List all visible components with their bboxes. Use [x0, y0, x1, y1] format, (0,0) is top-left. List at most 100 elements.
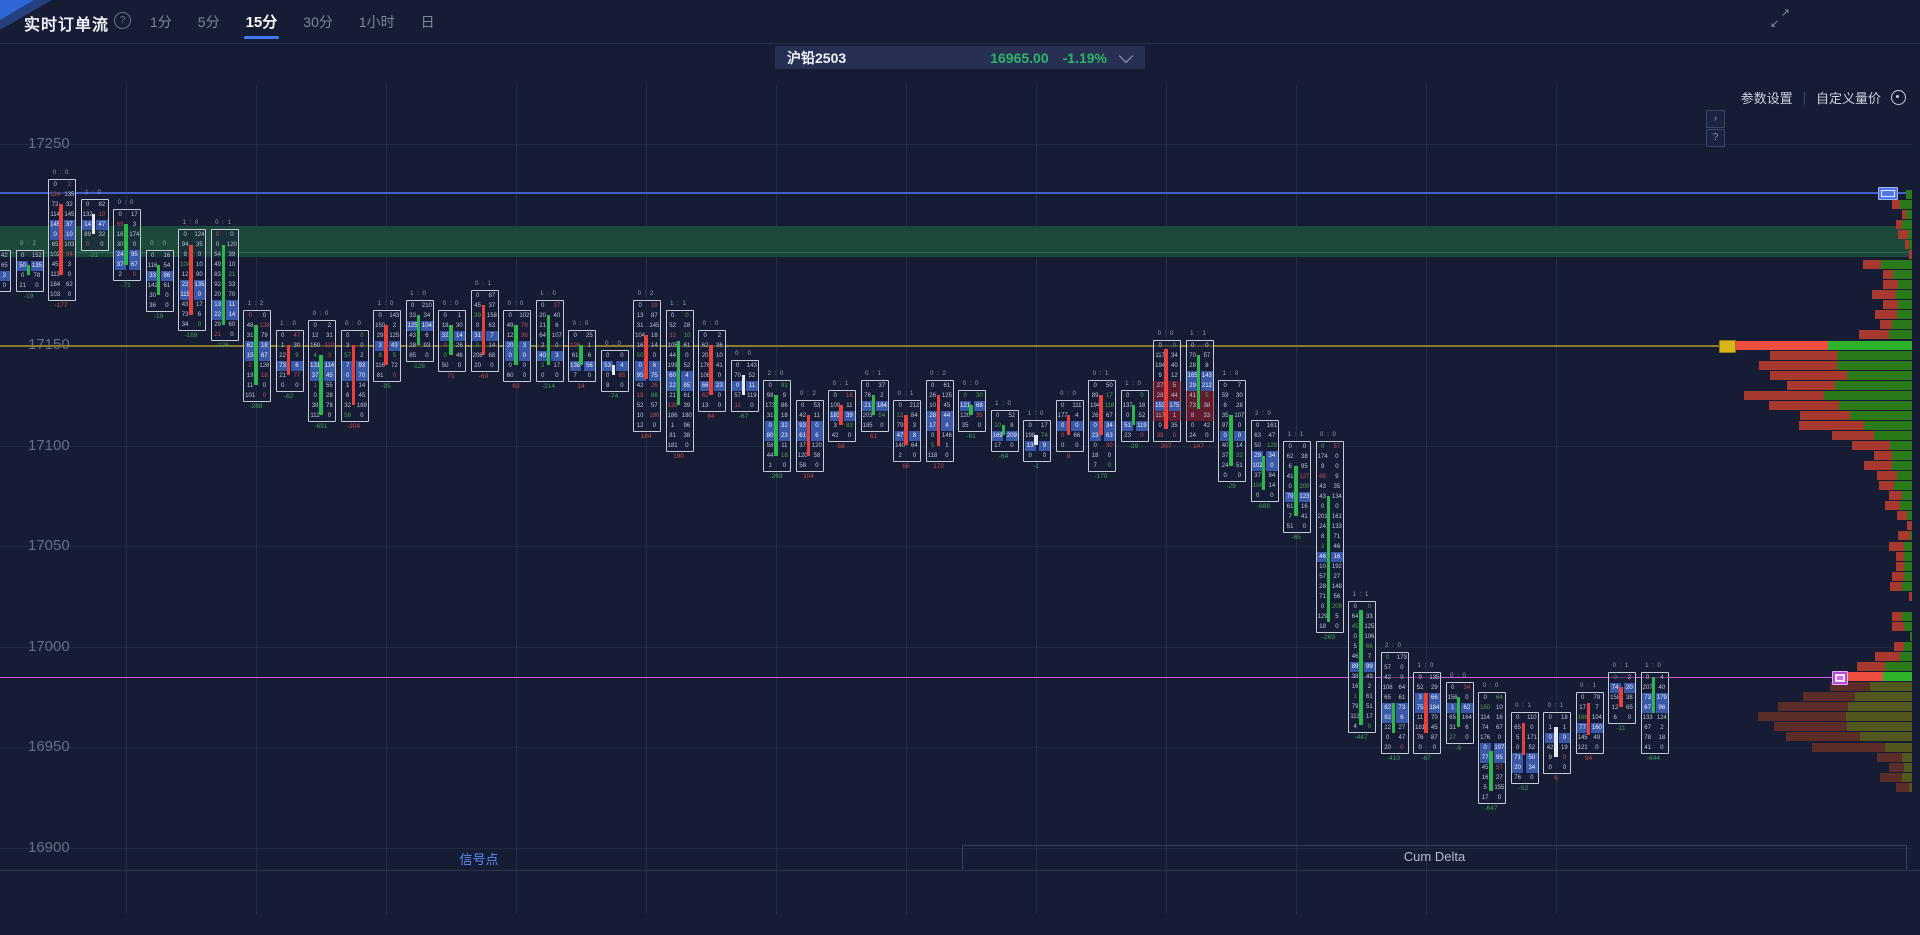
ask-volume: 57: [1331, 442, 1342, 452]
imbalance-label: 0 : 1: [1580, 683, 1597, 689]
imbalance-label: 0 : 0: [573, 321, 590, 327]
candle-direction-line: [1327, 496, 1331, 623]
ask-volume: 32: [1234, 451, 1245, 461]
ask-volume: 46: [1331, 542, 1342, 552]
footprint-row: 00: [537, 371, 563, 381]
bid-volume: 184: [50, 280, 61, 290]
ask-volume: 11: [226, 300, 237, 310]
ask-volume: 34: [1266, 451, 1277, 461]
profile-bid-bar: [1897, 511, 1907, 520]
ask-volume: 0: [551, 371, 562, 381]
ask-volume: 11: [811, 411, 822, 421]
help-icon[interactable]: ?: [114, 12, 131, 29]
ask-volume: 0: [1299, 522, 1310, 532]
footprint-row: 1387: [634, 311, 660, 321]
ask-volume: 184: [876, 401, 887, 411]
imbalance-label: 0 : 0: [703, 321, 720, 327]
tab-30分[interactable]: 30分: [301, 1, 335, 43]
next-button[interactable]: ›: [1706, 110, 1725, 128]
pane-tab-signal[interactable]: 信号点: [459, 849, 498, 868]
bid-volume: 0: [895, 401, 906, 411]
delta-label: -447: [1354, 734, 1367, 741]
ask-volume: 6: [649, 361, 660, 371]
ask-volume: 34: [1461, 683, 1472, 693]
candle-direction-line: [449, 325, 453, 355]
bid-volume: 21: [212, 330, 223, 340]
symbol-selector[interactable]: 沪铅2503 16965.00 -1.19%: [775, 46, 1145, 69]
ask-volume: 17: [1364, 712, 1375, 722]
ask-volume: 64: [1494, 693, 1505, 703]
profile-ask-bar: [1892, 320, 1912, 329]
footprint-row: 016: [147, 251, 173, 261]
footprint-row: 0102: [504, 311, 530, 321]
footprint-candle[interactable]: 0422653200: [0, 250, 11, 292]
profile-bid-bar: [1759, 361, 1837, 370]
footprint-chart[interactable]: 1725017200171501710017050170001695016900…: [0, 44, 1920, 914]
tab-15分[interactable]: 15分: [244, 0, 280, 43]
ask-volume: 0: [1169, 341, 1180, 351]
profile-ask-bar: [1904, 572, 1912, 581]
toolbar: 实时订单流 ? 1分5分15分30分1小时日 ↗ ↙: [0, 0, 1920, 44]
pane-cum-delta[interactable]: Cum Delta: [962, 845, 1907, 871]
ask-volume: 0: [974, 421, 985, 431]
ask-volume: 87: [649, 311, 660, 321]
imbalance-label: 0 : 0: [53, 170, 70, 176]
ask-volume: 134: [1331, 492, 1342, 502]
ask-volume: 65: [0, 261, 10, 271]
ask-volume: 135: [194, 280, 205, 290]
ask-volume: 79: [1591, 693, 1602, 703]
footprint-row: 050: [1089, 381, 1115, 391]
ask-volume: 38: [1624, 693, 1635, 703]
tab-日[interactable]: 日: [419, 1, 437, 43]
footprint-row: 0152: [17, 251, 43, 261]
ask-volume: 135: [1429, 673, 1440, 683]
bid-volume: 63: [1252, 431, 1263, 441]
footprint-row: 20: [894, 451, 920, 461]
bid-volume: 42: [635, 381, 646, 391]
profile-bid-bar: [1907, 521, 1912, 530]
candle-direction-line: [1164, 349, 1168, 429]
footprint-row: 7818: [1642, 733, 1668, 743]
ask-volume: 44: [941, 411, 952, 421]
ask-volume: 171: [1526, 733, 1537, 743]
candle-direction-line: [1587, 703, 1591, 735]
arrow-ne-icon: ↗: [1781, 6, 1790, 19]
divider: |: [1803, 90, 1806, 105]
delta-label: 6: [1554, 775, 1558, 782]
ask-volume: 74: [1039, 431, 1050, 441]
tab-5分[interactable]: 5分: [196, 1, 222, 43]
bid-volume: 124: [50, 190, 61, 200]
tab-1分[interactable]: 1分: [148, 1, 174, 43]
imbalance-label: 0 : 0: [605, 341, 622, 347]
footprint-row: 030: [1089, 441, 1115, 451]
target-icon[interactable]: [1891, 90, 1906, 105]
ask-volume: 125: [1364, 622, 1375, 632]
bid-volume: 17: [992, 441, 1003, 451]
pane-help-button[interactable]: ?: [1706, 129, 1725, 147]
bid-volume: 0: [1545, 763, 1556, 773]
bid-volume: 101: [245, 391, 256, 401]
ask-volume: 40: [1656, 683, 1667, 693]
ask-volume: 38: [1299, 452, 1310, 462]
footprint-row: 082: [82, 200, 108, 210]
tab-1小时[interactable]: 1小时: [357, 1, 397, 43]
bid-volume: 0: [1577, 693, 1588, 703]
imbalance-label: 1 : 0: [1028, 411, 1045, 417]
custom-volume-link[interactable]: 自定义量价: [1816, 88, 1881, 107]
footprint-row: 017: [1024, 421, 1050, 431]
profile-ask-bar: [1885, 662, 1912, 671]
footprint-row: 4226: [634, 381, 660, 391]
ask-volume: 10: [714, 351, 725, 361]
ask-volume: 31: [324, 331, 335, 341]
footprint-row: 10180: [634, 411, 660, 421]
ask-volume: 125: [941, 391, 952, 401]
ask-volume: 26: [649, 381, 660, 391]
ask-volume: 53: [811, 401, 822, 411]
ask-volume: 30: [291, 341, 302, 351]
ask-volume: 82: [96, 200, 107, 210]
delta-label: 63: [512, 383, 519, 390]
bid-volume: 0: [342, 331, 353, 341]
ask-volume: 175: [1169, 401, 1180, 411]
expand-icon[interactable]: ↗ ↙: [1770, 8, 1790, 28]
param-settings-link[interactable]: 参数设置: [1741, 88, 1793, 107]
